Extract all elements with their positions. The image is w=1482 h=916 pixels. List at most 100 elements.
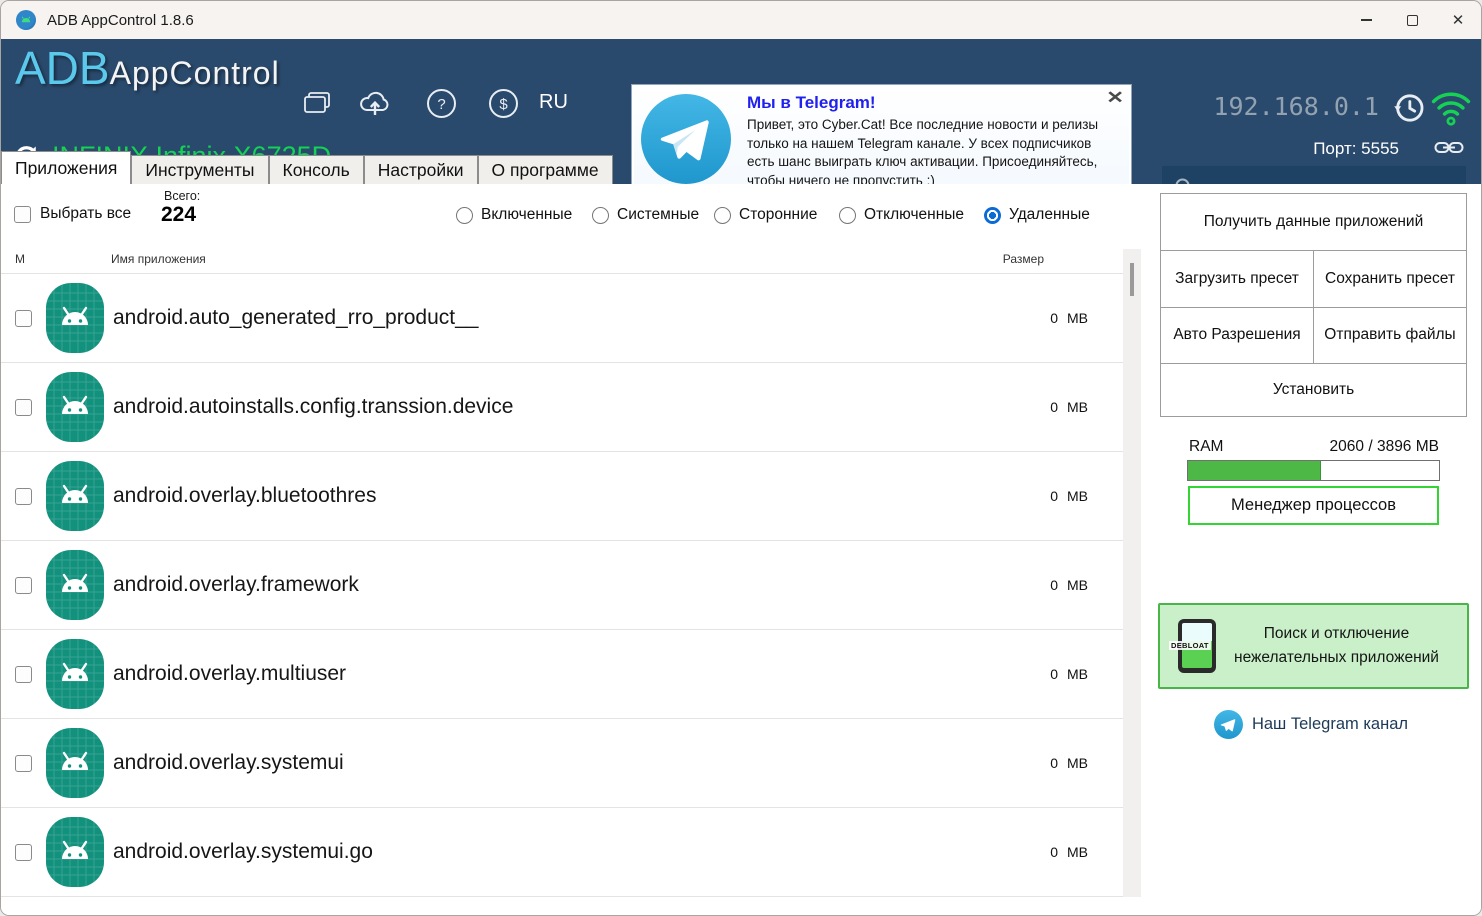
radio-icon[interactable] — [839, 207, 856, 224]
app-window: ADB AppControl 1.8.6 ✕ ADB AppControl — [0, 0, 1482, 916]
telegram-logo-icon — [641, 94, 731, 184]
ram-progress-fill — [1188, 461, 1321, 480]
debloat-button[interactable]: DEBLOAT Поиск и отключение нежелательных… — [1158, 603, 1469, 689]
select-all[interactable]: Выбрать все — [14, 205, 131, 223]
app-size: 0MB — [1050, 577, 1088, 593]
cloud-upload-icon — [358, 89, 392, 117]
cloud-upload-button[interactable] — [358, 86, 392, 120]
banner-body: Привет, это Cyber.Cat! Все последние нов… — [747, 116, 1119, 191]
install-button[interactable]: Установить — [1161, 364, 1466, 416]
link-icon — [1434, 139, 1464, 156]
title-bar: ADB AppControl 1.8.6 ✕ — [1, 1, 1481, 39]
telegram-channel-link[interactable]: Наш Telegram канал — [1141, 710, 1481, 739]
get-app-data-button[interactable]: Получить данные приложений — [1161, 194, 1466, 250]
filter-disabled[interactable]: Отключенные — [839, 206, 964, 224]
tab-console[interactable]: Консоль — [269, 155, 364, 184]
total-count: 224 — [161, 203, 196, 227]
select-all-checkbox[interactable] — [14, 206, 31, 223]
telegram-link-label: Наш Telegram канал — [1252, 715, 1408, 734]
scrollbar-thumb[interactable] — [1130, 263, 1134, 296]
table-scrollbar[interactable] — [1123, 249, 1141, 897]
tab-strip: Приложения Инструменты Консоль Настройки… — [1, 147, 613, 184]
column-name: Имя приложения — [111, 252, 206, 266]
tab-settings[interactable]: Настройки — [364, 155, 478, 184]
svg-text:$: $ — [499, 96, 508, 113]
ram-progressbar — [1187, 460, 1440, 481]
app-package-name: android.overlay.bluetoothres — [113, 484, 376, 508]
radio-icon-selected[interactable] — [984, 207, 1001, 224]
app-size: 0MB — [1050, 310, 1088, 326]
maximize-button[interactable] — [1389, 1, 1435, 39]
side-panel: Получить данные приложений Загрузить пре… — [1141, 184, 1481, 916]
dollar-icon: $ — [488, 88, 519, 119]
folder-icon — [302, 90, 332, 116]
send-files-button[interactable]: Отправить файлы — [1314, 308, 1466, 363]
filter-enabled[interactable]: Включенные — [456, 206, 572, 224]
maximize-icon — [1407, 15, 1418, 26]
row-checkbox[interactable] — [15, 666, 32, 683]
app-list-area: Выбрать все Всего: 224 Включенные Систем… — [1, 184, 1141, 916]
radio-icon[interactable] — [714, 207, 731, 224]
app-size: 0MB — [1050, 399, 1088, 415]
filter-uninstalled[interactable]: Удаленные — [984, 206, 1090, 224]
row-checkbox[interactable] — [15, 399, 32, 416]
radio-icon[interactable] — [592, 207, 609, 224]
row-checkbox[interactable] — [15, 310, 32, 327]
row-checkbox[interactable] — [15, 577, 32, 594]
radio-icon[interactable] — [456, 207, 473, 224]
filter-system[interactable]: Системные — [592, 206, 699, 224]
minimize-icon — [1361, 19, 1372, 20]
android-app-icon — [46, 550, 104, 620]
column-mark: М — [15, 252, 25, 266]
table-row[interactable]: android.overlay.systemui.go 0MB — [1, 808, 1123, 897]
help-icon: ? — [426, 88, 457, 119]
row-checkbox[interactable] — [15, 844, 32, 861]
app-size: 0MB — [1050, 488, 1088, 504]
tab-tools[interactable]: Инструменты — [131, 155, 268, 184]
close-icon: ✕ — [1452, 13, 1465, 28]
telegram-icon — [1214, 710, 1243, 739]
open-folder-button[interactable] — [300, 86, 334, 120]
auto-permissions-button[interactable]: Авто Разрешения — [1161, 308, 1313, 363]
tab-applications[interactable]: Приложения — [1, 151, 131, 184]
history-icon — [1392, 91, 1426, 125]
row-checkbox[interactable] — [15, 488, 32, 505]
total-label: Всего: — [164, 189, 200, 203]
android-app-icon — [46, 461, 104, 531]
table-row[interactable]: android.overlay.multiuser 0MB — [1, 630, 1123, 719]
app-package-name: android.autoinstalls.config.transsion.de… — [113, 395, 513, 419]
filter-thirdparty[interactable]: Сторонние — [714, 206, 817, 224]
table-row[interactable]: android.overlay.bluetoothres 0MB — [1, 452, 1123, 541]
language-switch[interactable]: RU — [539, 91, 568, 114]
table-row[interactable]: android.overlay.systemui 0MB — [1, 719, 1123, 808]
android-app-icon — [46, 372, 104, 442]
window-title: ADB AppControl 1.8.6 — [47, 12, 194, 29]
device-ip[interactable]: 192.168.0.1 — [1079, 92, 1379, 121]
load-preset-button[interactable]: Загрузить пресет — [1161, 251, 1313, 307]
app-table: android.auto_generated_rro_product__ 0MB… — [1, 273, 1123, 897]
process-manager-button[interactable]: Менеджер процессов — [1188, 486, 1439, 525]
app-package-name: android.auto_generated_rro_product__ — [113, 306, 478, 330]
minimize-button[interactable] — [1343, 1, 1389, 39]
logo-appcontrol-text: AppControl — [110, 55, 280, 92]
app-package-name: android.overlay.framework — [113, 573, 359, 597]
table-row[interactable]: android.autoinstalls.config.transsion.de… — [1, 363, 1123, 452]
debloat-label: Поиск и отключение нежелательных приложе… — [1216, 622, 1457, 670]
tab-about[interactable]: О программе — [478, 155, 613, 184]
table-row[interactable]: android.overlay.framework 0MB — [1, 541, 1123, 630]
ram-label: RAM — [1189, 438, 1223, 456]
android-app-icon — [46, 283, 104, 353]
save-preset-button[interactable]: Сохранить пресет — [1314, 251, 1466, 307]
help-button[interactable]: ? — [424, 86, 458, 120]
app-package-name: android.overlay.systemui — [113, 751, 344, 775]
row-checkbox[interactable] — [15, 755, 32, 772]
history-button[interactable] — [1392, 91, 1426, 130]
table-row[interactable]: android.auto_generated_rro_product__ 0MB — [1, 274, 1123, 363]
connect-button[interactable] — [1434, 139, 1464, 161]
app-package-name: android.overlay.multiuser — [113, 662, 346, 686]
close-button[interactable]: ✕ — [1435, 1, 1481, 39]
app-logo-icon — [16, 10, 36, 30]
donate-button[interactable]: $ — [486, 86, 520, 120]
select-all-label: Выбрать все — [40, 205, 131, 223]
app-package-name: android.overlay.systemui.go — [113, 840, 373, 864]
